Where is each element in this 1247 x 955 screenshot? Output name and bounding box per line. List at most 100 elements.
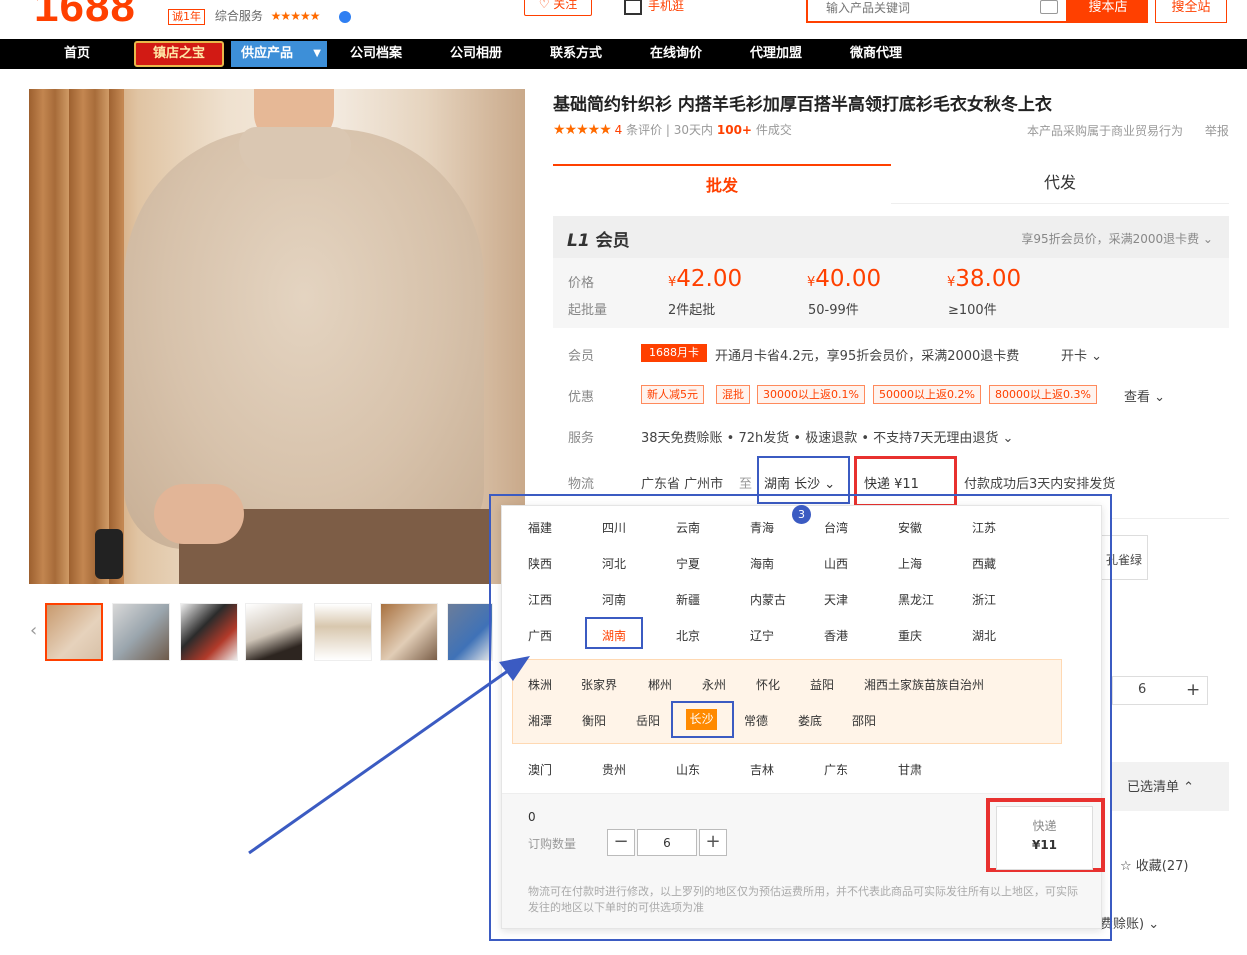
review-label[interactable]: 条评价 (626, 123, 662, 137)
city-option[interactable]: 常德 (744, 712, 768, 729)
province-option[interactable]: 海南 (750, 555, 774, 572)
city-option[interactable]: 怀化 (756, 676, 780, 693)
thumbnail-1[interactable] (45, 603, 103, 661)
site-logo[interactable]: 1688 (34, 0, 136, 32)
destination-selector[interactable]: 湖南 长沙 ⌄ (764, 473, 835, 492)
quantity-input[interactable] (637, 829, 697, 856)
city-option-selected[interactable]: 长沙 (686, 709, 717, 730)
search-this-store-button[interactable]: 搜本店 (1068, 0, 1148, 23)
city-option[interactable]: 岳阳 (636, 712, 660, 729)
divider-line (1112, 518, 1229, 519)
city-option[interactable]: 株洲 (528, 676, 552, 693)
nav-inquiry[interactable]: 在线询价 (650, 39, 702, 69)
city-option[interactable]: 邵阳 (852, 712, 876, 729)
quantity-plus-button[interactable]: + (699, 829, 727, 856)
city-option[interactable]: 娄底 (798, 712, 822, 729)
province-option[interactable]: 西藏 (972, 555, 996, 572)
province-option[interactable]: 云南 (676, 519, 700, 536)
province-option[interactable]: 山东 (676, 761, 700, 778)
thumbnail-7[interactable] (447, 603, 493, 661)
province-option[interactable]: 安徽 (898, 519, 922, 536)
qty-tier-1: 2件起批 (668, 303, 716, 318)
thumbnail-6[interactable] (380, 603, 438, 661)
province-option[interactable]: 吉林 (750, 761, 774, 778)
origin-location: 广东省 广州市 (641, 477, 724, 492)
province-option[interactable]: 贵州 (602, 761, 626, 778)
city-option[interactable]: 张家界 (581, 676, 617, 693)
bg-plus-icon[interactable]: + (1186, 680, 1200, 700)
thumb-prev-arrow-icon[interactable]: ‹ (30, 620, 37, 641)
province-option[interactable]: 辽宁 (750, 627, 774, 644)
province-option[interactable]: 陕西 (528, 555, 552, 572)
province-option[interactable]: 宁夏 (676, 555, 700, 572)
province-option[interactable]: 四川 (602, 519, 626, 536)
province-option[interactable]: 青海 (750, 519, 774, 536)
favorite-link[interactable]: ☆ 收藏(27) (1120, 855, 1188, 874)
search-input[interactable] (808, 0, 1028, 21)
report-link[interactable]: 举报 (1205, 124, 1229, 138)
service-label: 综合服务 (214, 9, 263, 23)
tab-wholesale[interactable]: 批发 (553, 164, 891, 204)
nav-products[interactable]: 供应产品 ▼ (231, 41, 327, 67)
product-title: 基础简约针织衫 内搭羊毛衫加厚百搭半高领打底衫毛衣女秋冬上衣 (553, 95, 1052, 115)
follow-button[interactable]: ♡ 关注 (524, 0, 592, 16)
nav-archive[interactable]: 公司档案 (350, 39, 402, 69)
member-note[interactable]: 享95折会员价，采满2000退卡费 ⌄ (1021, 230, 1213, 247)
province-option[interactable]: 广西 (528, 627, 552, 644)
province-option[interactable]: 山西 (824, 555, 848, 572)
search-all-site-button[interactable]: 搜全站 (1155, 0, 1227, 23)
province-option[interactable]: 湖北 (972, 627, 996, 644)
province-option[interactable]: 上海 (898, 555, 922, 572)
province-option[interactable]: 新疆 (676, 591, 700, 608)
province-option[interactable]: 广东 (824, 761, 848, 778)
thumbnail-5[interactable] (314, 603, 372, 661)
nav-agent[interactable]: 代理加盟 (750, 39, 802, 69)
province-option[interactable]: 台湾 (824, 519, 848, 536)
image-curtain (29, 89, 124, 584)
nav-treasure[interactable]: 镇店之宝 (134, 41, 224, 67)
service-stars: ★★★★★ (270, 9, 321, 23)
province-option[interactable]: 澳门 (528, 761, 552, 778)
province-option[interactable]: 福建 (528, 519, 552, 536)
province-option[interactable]: 天津 (824, 591, 848, 608)
mobile-link[interactable]: 手机逛 (624, 0, 684, 15)
search-box (806, 0, 1068, 23)
express-option-card[interactable]: 快递 ¥11 (996, 806, 1093, 870)
city-option[interactable]: 益阳 (810, 676, 834, 693)
province-option[interactable]: 香港 (824, 627, 848, 644)
province-option[interactable]: 河北 (602, 555, 626, 572)
province-option[interactable]: 内蒙古 (750, 591, 786, 608)
city-option[interactable]: 湘西土家族苗族自治州 (864, 676, 984, 693)
open-card-link[interactable]: 开卡 ⌄ (1061, 345, 1102, 364)
member-price-box: L1 会员 享95折会员价，采满2000退卡费 ⌄ 价格 起批量 ¥42.00 … (553, 216, 1229, 328)
nav-contact[interactable]: 联系方式 (550, 39, 602, 69)
province-option[interactable]: 江西 (528, 591, 552, 608)
province-option[interactable]: 北京 (676, 627, 700, 644)
review-count[interactable]: 4 (615, 123, 623, 137)
nav-wechat-agent[interactable]: 微商代理 (850, 39, 902, 69)
province-option[interactable]: 重庆 (898, 627, 922, 644)
thumbnail-2[interactable] (112, 603, 170, 661)
nav-album[interactable]: 公司相册 (450, 39, 502, 69)
selected-list-label[interactable]: 已选清单 ⌃ (1127, 776, 1194, 795)
province-option-selected[interactable]: 湖南 (602, 627, 626, 644)
tab-dropship[interactable]: 代发 (891, 164, 1229, 204)
nav-home[interactable]: 首页 (64, 39, 90, 69)
province-option[interactable]: 江苏 (972, 519, 996, 536)
quantity-minus-button[interactable]: − (607, 829, 635, 856)
city-option[interactable]: 郴州 (648, 676, 672, 693)
thumbnail-3[interactable] (180, 603, 238, 661)
province-option[interactable]: 甘肃 (898, 761, 922, 778)
city-option[interactable]: 永州 (702, 676, 726, 693)
city-option[interactable]: 湘潭 (528, 712, 552, 729)
main-product-image[interactable] (29, 89, 525, 584)
view-promos-link[interactable]: 查看 ⌄ (1124, 386, 1165, 405)
service-text[interactable]: 38天免费赊账 • 72h发货 • 极速退款 • 不支持7天无理由退货 ⌄ (641, 427, 1013, 446)
province-option[interactable]: 浙江 (972, 591, 996, 608)
city-option[interactable]: 衡阳 (582, 712, 606, 729)
camera-icon[interactable] (1040, 0, 1058, 14)
thumbnail-4[interactable] (245, 603, 303, 661)
province-option[interactable]: 黑龙江 (898, 591, 934, 608)
province-option[interactable]: 河南 (602, 591, 626, 608)
info-dot-icon[interactable] (339, 10, 352, 23)
